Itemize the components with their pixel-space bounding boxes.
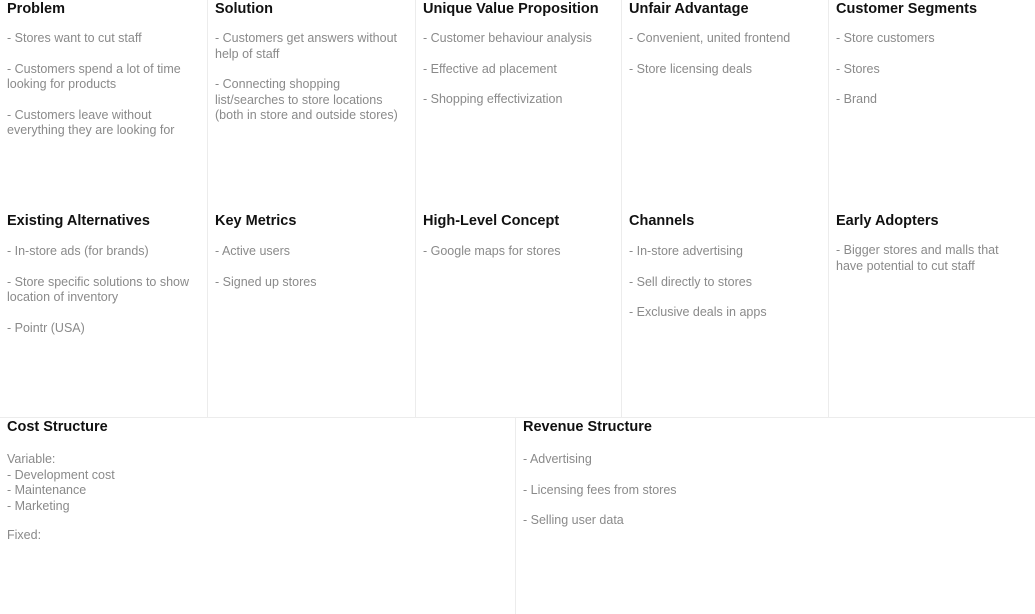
cost-structure-section: Cost Structure Variable: - Development c… (0, 418, 515, 614)
existing-alternative-item: - In-store ads (for brands) (7, 244, 149, 258)
key-metric-item: - Signed up stores (215, 274, 317, 289)
existing-alternative-item: - Store specific solutions to show locat… (7, 274, 190, 305)
variable-cost-item: - Maintenance (7, 483, 87, 498)
problem-item: - Stores want to cut staff (7, 31, 142, 45)
solution-item: - Connecting shopping list/searches to s… (215, 77, 398, 123)
unfair-advantage-section: Unfair Advantage - Convenient, united fr… (622, 0, 828, 207)
revenue-structure-section: Revenue Structure - Advertising - Licens… (516, 418, 1035, 614)
solution-list: - Customers get answers without help of … (215, 31, 408, 124)
problem-section: Problem - Stores want to cut staff - Cus… (0, 0, 207, 207)
customer-segments-list: - Store customers - Stores - Brand (836, 31, 1028, 108)
uvp-item: - Effective ad placement (423, 61, 557, 76)
customer-segments-section: Customer Segments - Store customers - St… (829, 0, 1035, 207)
existing-alternative-item: - Pointr (USA) (7, 320, 85, 335)
unique-value-proposition-title: Unique Value Proposition (423, 1, 599, 17)
revenue-item: - Advertising (523, 452, 592, 466)
problem-item: - Customers leave without everything the… (7, 107, 175, 138)
revenue-structure-list: - Advertising - Licensing fees from stor… (523, 452, 1028, 529)
key-metrics-title: Key Metrics (215, 213, 297, 229)
unfair-advantage-list: - Convenient, united frontend - Store li… (629, 31, 821, 77)
key-metrics-list: - Active users - Signed up stores (215, 244, 408, 290)
problem-title: Problem (7, 1, 66, 17)
variable-costs-label: Variable: (7, 452, 56, 466)
problem-item: - Customers spend a lot of time looking … (7, 61, 181, 92)
early-adopters-section: Early Adopters - Bigger stores and malls… (829, 212, 1035, 417)
fixed-costs-label: Fixed: (7, 528, 42, 543)
revenue-structure-title: Revenue Structure (523, 419, 652, 435)
uvp-item: - Customer behaviour analysis (423, 31, 592, 45)
channel-item: - Exclusive deals in apps (629, 305, 767, 320)
unfair-advantage-item: - Convenient, united frontend (629, 31, 791, 45)
problem-list: - Stores want to cut staff - Customers s… (7, 31, 200, 139)
unique-value-proposition-list: - Customer behaviour analysis - Effectiv… (423, 31, 614, 108)
existing-alternatives-list: - In-store ads (for brands) - Store spec… (7, 244, 200, 336)
cost-structure-variable-block: Variable: - Development cost - Maintenan… (7, 452, 508, 514)
high-level-concept-section: High-Level Concept - Google maps for sto… (416, 212, 621, 417)
channel-item: - Sell directly to stores (629, 274, 752, 289)
unfair-advantage-item: - Store licensing deals (629, 61, 752, 76)
revenue-item: - Selling user data (523, 513, 624, 528)
customer-segment-item: - Brand (836, 92, 877, 107)
high-level-concept-title: High-Level Concept (423, 213, 560, 229)
channels-section: Channels - In-store advertising - Sell d… (622, 212, 828, 417)
solution-title: Solution (215, 1, 273, 17)
revenue-item: - Licensing fees from stores (523, 482, 677, 497)
solution-item: - Customers get answers without help of … (215, 31, 398, 61)
early-adopter-item: - Bigger stores and malls that have pote… (836, 243, 999, 273)
cost-structure-title: Cost Structure (7, 419, 108, 435)
key-metrics-section: Key Metrics - Active users - Signed up s… (208, 212, 415, 417)
solution-section: Solution - Customers get answers without… (208, 0, 415, 207)
variable-cost-item: - Development cost (7, 467, 115, 482)
high-level-concept-item: - Google maps for stores (423, 244, 561, 258)
variable-cost-item: - Marketing (7, 498, 70, 513)
early-adopters-list: - Bigger stores and malls that have pote… (836, 243, 1028, 274)
early-adopters-title: Early Adopters (836, 213, 939, 229)
key-metric-item: - Active users (215, 244, 291, 258)
existing-alternatives-section: Existing Alternatives - In-store ads (fo… (0, 212, 207, 417)
uvp-item: - Shopping effectivization (423, 92, 563, 107)
customer-segments-title: Customer Segments (836, 1, 978, 17)
unique-value-proposition-section: Unique Value Proposition - Customer beha… (416, 0, 621, 207)
channel-item: - In-store advertising (629, 244, 743, 258)
channels-list: - In-store advertising - Sell directly t… (629, 244, 821, 321)
high-level-concept-list: - Google maps for stores (423, 244, 614, 260)
channels-title: Channels (629, 213, 695, 229)
existing-alternatives-title: Existing Alternatives (7, 213, 150, 229)
unfair-advantage-title: Unfair Advantage (629, 1, 749, 17)
customer-segment-item: - Store customers (836, 31, 935, 45)
customer-segment-item: - Stores (836, 61, 880, 76)
